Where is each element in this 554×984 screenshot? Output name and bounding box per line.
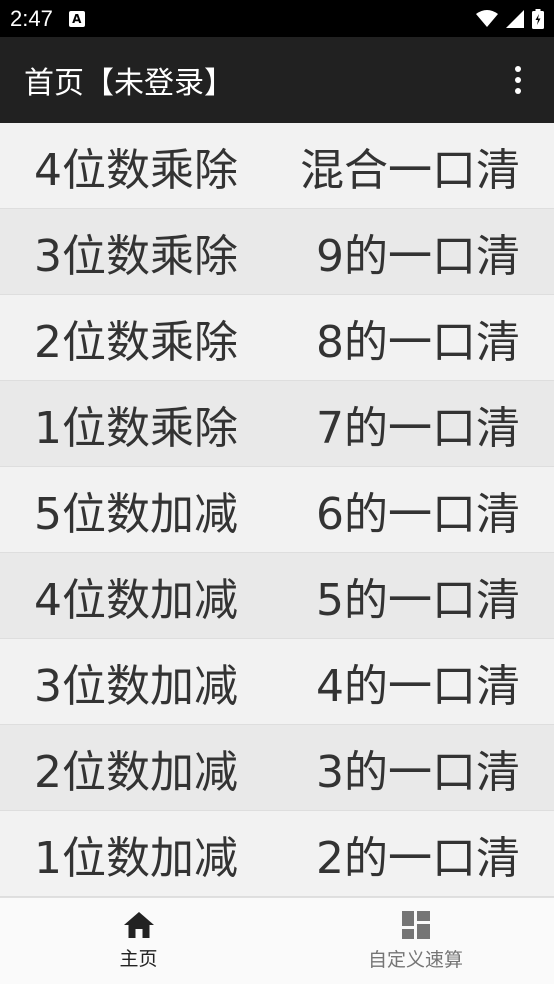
home-icon: [123, 911, 154, 938]
list-item[interactable]: 2位数乘除: [0, 295, 277, 381]
bottom-nav: 主页 自定义速算: [0, 897, 554, 984]
list-row: 3位数加减 4的一口清: [0, 639, 554, 725]
list-row: 1位数乘除 7的一口清: [0, 381, 554, 467]
list-item[interactable]: 7的一口清: [277, 381, 554, 467]
battery-icon: [532, 8, 544, 29]
more-vert-icon[interactable]: [506, 60, 530, 100]
list-item[interactable]: 3位数加减: [0, 639, 277, 725]
app-bar: 首页【未登录】: [0, 37, 554, 123]
list-item[interactable]: 4的一口清: [277, 639, 554, 725]
list-item[interactable]: 2的一口清: [277, 811, 554, 897]
list-row: 1位数加减 2的一口清: [0, 811, 554, 897]
status-icons: [476, 8, 544, 29]
list-item[interactable]: 4位数加减: [0, 553, 277, 639]
exercise-list: 4位数乘除 混合一口清 3位数乘除 9的一口清 2位数乘除 8的一口清 1位数乘…: [0, 123, 554, 897]
signal-icon: [506, 9, 524, 28]
nav-item-home[interactable]: 主页: [0, 898, 277, 984]
list-row: 4位数乘除 混合一口清: [0, 123, 554, 209]
list-item[interactable]: 3位数乘除: [0, 209, 277, 295]
nav-item-custom[interactable]: 自定义速算: [277, 898, 554, 984]
dashboard-icon: [401, 910, 430, 939]
list-item[interactable]: 6的一口清: [277, 467, 554, 553]
list-row: 3位数乘除 9的一口清: [0, 209, 554, 295]
status-time: 2:47: [10, 5, 53, 31]
list-row: 5位数加减 6的一口清: [0, 467, 554, 553]
list-item[interactable]: 4位数乘除: [0, 123, 277, 209]
nav-label-custom: 自定义速算: [367, 948, 463, 971]
list-item[interactable]: 8的一口清: [277, 295, 554, 381]
notification-icon: A: [68, 10, 85, 27]
list-item[interactable]: 1位数乘除: [0, 381, 277, 467]
page-title: 首页【未登录】: [24, 66, 234, 101]
list-item[interactable]: 3的一口清: [277, 725, 554, 811]
list-item[interactable]: 2位数加减: [0, 725, 277, 811]
list-row: 2位数加减 3的一口清: [0, 725, 554, 811]
list-item[interactable]: 5位数加减: [0, 467, 277, 553]
list-item[interactable]: 混合一口清: [277, 123, 554, 209]
status-bar: 2:47 A: [0, 0, 554, 37]
list-item[interactable]: 1位数加减: [0, 811, 277, 897]
list-row: 2位数乘除 8的一口清: [0, 295, 554, 381]
list-row: 4位数加减 5的一口清: [0, 553, 554, 639]
list-item[interactable]: 5的一口清: [277, 553, 554, 639]
nav-label-home: 主页: [119, 947, 158, 970]
list-item[interactable]: 9的一口清: [277, 209, 554, 295]
wifi-icon: [476, 9, 498, 27]
